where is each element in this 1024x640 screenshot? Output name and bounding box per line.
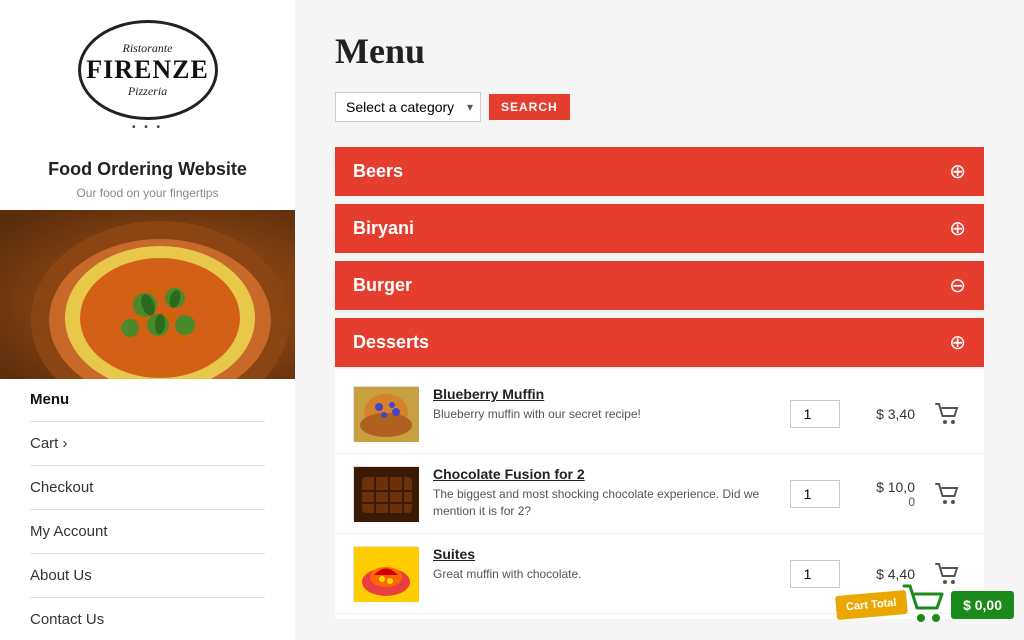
nav-about-us[interactable]: About Us bbox=[30, 565, 265, 586]
category-select-wrapper: Select a category Beers Biryani Burger D… bbox=[335, 92, 481, 122]
chocolate-fusion-image bbox=[353, 466, 418, 521]
desserts-section: Desserts ⊕ Blueber bbox=[335, 318, 984, 619]
cart-total-label: Cart Total bbox=[845, 597, 896, 613]
biryani-header[interactable]: Biryani ⊕ bbox=[335, 204, 984, 253]
nav-divider-3 bbox=[30, 509, 265, 510]
site-subtitle: Our food on your fingertips bbox=[0, 186, 295, 210]
cart-total-amount: $ 0,00 bbox=[963, 597, 1002, 613]
cart-icon bbox=[934, 480, 962, 508]
desserts-title: Desserts bbox=[353, 332, 429, 353]
search-button[interactable]: SEARCH bbox=[489, 94, 570, 120]
chocolate-fusion-qty[interactable] bbox=[790, 480, 840, 508]
site-title: Food Ordering Website bbox=[0, 143, 295, 186]
chocolate-fusion-name[interactable]: Chocolate Fusion for 2 bbox=[433, 466, 775, 482]
desserts-header[interactable]: Desserts ⊕ bbox=[335, 318, 984, 367]
chocolate-fusion-add-to-cart[interactable] bbox=[930, 476, 966, 512]
cart-icon bbox=[934, 400, 962, 428]
nav-menu[interactable]: Menu bbox=[30, 389, 265, 410]
suites-svg bbox=[354, 547, 419, 602]
suites-image bbox=[353, 546, 418, 601]
beers-plus-icon: ⊕ bbox=[949, 159, 966, 184]
cart-float-icon bbox=[901, 580, 951, 625]
nav-my-account[interactable]: My Account bbox=[30, 521, 265, 542]
suites-name[interactable]: Suites bbox=[433, 546, 775, 562]
logo-top: Ristorante bbox=[123, 41, 173, 56]
nav-cart[interactable]: Cart › bbox=[30, 433, 265, 454]
blueberry-muffin-add-to-cart[interactable] bbox=[930, 396, 966, 432]
page-title: Menu bbox=[335, 30, 984, 72]
category-select[interactable]: Select a category Beers Biryani Burger D… bbox=[335, 92, 481, 122]
table-row: Chocolate Fusion for 2 The biggest and m… bbox=[335, 454, 984, 534]
blueberry-muffin-price: $ 3,40 bbox=[876, 406, 915, 422]
blueberry-muffin-desc: Blueberry muffin with our secret recipe! bbox=[433, 406, 775, 423]
blueberry-muffin-name[interactable]: Blueberry Muffin bbox=[433, 386, 775, 402]
nav-links: Menu Cart › Checkout My Account About Us… bbox=[0, 379, 295, 640]
logo-main: FIRENZE bbox=[86, 56, 209, 85]
beers-section: Beers ⊕ bbox=[335, 147, 984, 196]
chocolate-fusion-price-sub: 0 bbox=[908, 495, 915, 509]
table-row: Blueberry Muffin Blueberry muffin with o… bbox=[335, 374, 984, 454]
blueberry-muffin-image bbox=[353, 386, 418, 441]
burger-minus-icon: ⊖ bbox=[949, 273, 966, 298]
nav-contact-us[interactable]: Contact Us bbox=[30, 609, 265, 630]
logo: Ristorante FIRENZE Pizzeria bbox=[78, 20, 218, 120]
main-content: Menu Select a category Beers Biryani Bur… bbox=[295, 0, 1024, 640]
chocolate-fusion-info: Chocolate Fusion for 2 The biggest and m… bbox=[433, 466, 775, 520]
logo-area: Ristorante FIRENZE Pizzeria • • • bbox=[0, 0, 295, 143]
burger-header[interactable]: Burger ⊖ bbox=[335, 261, 984, 310]
chocolate-fusion-price-col: $ 10,0 0 bbox=[855, 479, 915, 509]
blueberry-muffin-qty[interactable] bbox=[790, 400, 840, 428]
blueberry-muffin-price-col: $ 3,40 bbox=[855, 406, 915, 422]
suites-info: Suites Great muffin with chocolate. bbox=[433, 546, 775, 583]
nav-divider-4 bbox=[30, 553, 265, 554]
filter-row: Select a category Beers Biryani Burger D… bbox=[335, 92, 984, 122]
nav-divider-2 bbox=[30, 465, 265, 466]
desserts-plus-icon: ⊕ bbox=[949, 330, 966, 355]
biryani-plus-icon: ⊕ bbox=[949, 216, 966, 241]
suites-desc: Great muffin with chocolate. bbox=[433, 566, 775, 583]
nav-divider-1 bbox=[30, 421, 265, 422]
beers-title: Beers bbox=[353, 161, 403, 182]
muffin-svg bbox=[354, 387, 419, 442]
burger-section: Burger ⊖ bbox=[335, 261, 984, 310]
chocolate-fusion-desc: The biggest and most shocking chocolate … bbox=[433, 486, 775, 520]
logo-bottom: Pizzeria bbox=[128, 84, 167, 99]
sidebar: Ristorante FIRENZE Pizzeria • • • Food O… bbox=[0, 0, 295, 640]
pizza-image bbox=[0, 210, 295, 379]
pizza-visual bbox=[0, 210, 295, 379]
biryani-section: Biryani ⊕ bbox=[335, 204, 984, 253]
chocolate-fusion-price: $ 10,0 bbox=[876, 479, 915, 495]
pizza-svg bbox=[0, 210, 295, 379]
burger-title: Burger bbox=[353, 275, 412, 296]
nav-divider-5 bbox=[30, 597, 265, 598]
suites-qty[interactable] bbox=[790, 560, 840, 588]
biryani-title: Biryani bbox=[353, 218, 414, 239]
logo-dots: • • • bbox=[132, 122, 163, 133]
nav-checkout[interactable]: Checkout bbox=[30, 477, 265, 498]
choc-svg bbox=[354, 467, 419, 522]
beers-header[interactable]: Beers ⊕ bbox=[335, 147, 984, 196]
blueberry-muffin-info: Blueberry Muffin Blueberry muffin with o… bbox=[433, 386, 775, 423]
cart-total-widget[interactable]: Cart Total $ 0,00 bbox=[836, 580, 1014, 630]
